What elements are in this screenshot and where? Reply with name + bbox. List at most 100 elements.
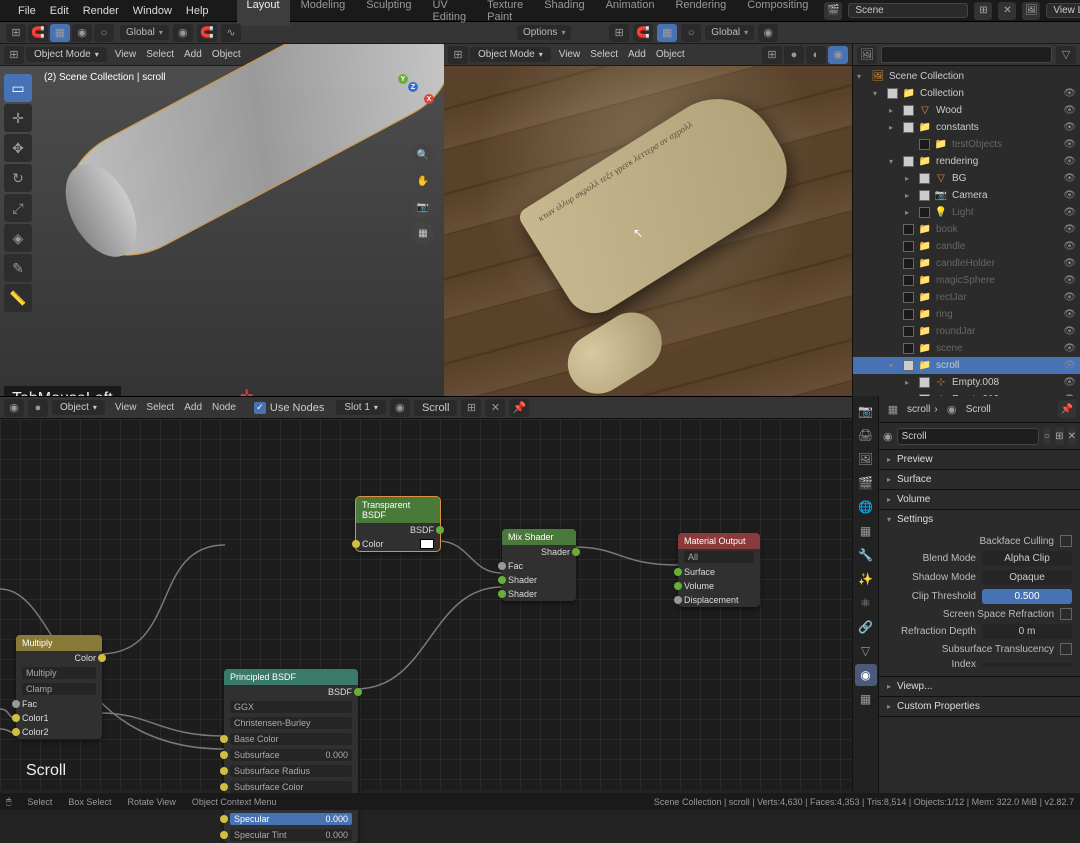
ptab-data-icon[interactable]: ▽: [855, 640, 877, 662]
tree-scene-collection[interactable]: ▾🖼 Scene Collection: [853, 68, 1080, 85]
vp2-menu-select[interactable]: Select: [590, 49, 618, 60]
principled-specular[interactable]: Specular0.000: [224, 811, 358, 827]
node-menu-add[interactable]: Add: [184, 402, 202, 413]
output-in-displacement[interactable]: Displacement: [678, 593, 760, 607]
ptab-viewlayer-icon[interactable]: 🖼: [855, 448, 877, 470]
principled-out-bsdf[interactable]: BSDF: [224, 685, 358, 699]
tree-item-scene[interactable]: 📁scene👁: [853, 340, 1080, 357]
principled-distribution[interactable]: GGX: [230, 701, 352, 713]
node-menu-select[interactable]: Select: [146, 402, 174, 413]
panel-surface[interactable]: Surface: [879, 470, 1080, 489]
node-object-dropdown[interactable]: Object: [52, 400, 105, 415]
mat-name-input[interactable]: [897, 428, 1039, 445]
tab-uv-editing[interactable]: UV Editing: [422, 0, 476, 26]
multiply-in-color2[interactable]: Color2: [16, 725, 102, 739]
snap-icon[interactable]: 🧲: [28, 24, 48, 42]
gizmo-z-axis[interactable]: Z: [408, 82, 418, 92]
ptab-modifier-icon[interactable]: 🔧: [855, 544, 877, 566]
bc-mat-icon[interactable]: ◉: [942, 400, 962, 418]
node-multiply[interactable]: Multiply Color Multiply Clamp Fac Color1…: [16, 635, 102, 739]
shading-solid-icon[interactable]: ●: [784, 46, 804, 64]
gizmo-y-axis[interactable]: Y: [398, 74, 408, 84]
mat-del-icon[interactable]: ✕: [1068, 427, 1076, 445]
tab-shading[interactable]: Shading: [534, 0, 594, 26]
transparent-color[interactable]: Color: [356, 537, 440, 551]
tree-item-collection[interactable]: ▾📁Collection👁: [853, 85, 1080, 102]
panel-custom-props[interactable]: Custom Properties: [879, 697, 1080, 716]
principled-subsurface-radius[interactable]: Subsurface Radius: [224, 763, 358, 779]
mix-in-shader1[interactable]: Shader: [502, 573, 576, 587]
output-in-surface[interactable]: Surface: [678, 565, 760, 579]
tree-item-empty-008[interactable]: ▸⊹Empty.008👁: [853, 374, 1080, 391]
principled-subsurface[interactable]: Subsurface0.000: [224, 747, 358, 763]
vp2-menu-object[interactable]: Object: [656, 49, 685, 60]
ptab-scene-icon[interactable]: 🎬: [855, 472, 877, 494]
tab-texture-paint[interactable]: Texture Paint: [477, 0, 533, 26]
scene-new-icon[interactable]: ⊞: [974, 2, 992, 20]
tree-item-candle[interactable]: 📁candle👁: [853, 238, 1080, 255]
tab-modeling[interactable]: Modeling: [291, 0, 356, 26]
mat-unlink-icon[interactable]: ✕: [485, 399, 505, 417]
snap-target-icon[interactable]: ◉: [72, 24, 92, 42]
tree-item-book[interactable]: 📁book👁: [853, 221, 1080, 238]
node-menu-node[interactable]: Node: [212, 402, 236, 413]
ptab-constraints-icon[interactable]: 🔗: [855, 616, 877, 638]
output-target-field[interactable]: All: [684, 551, 754, 563]
layer-icon[interactable]: 🖼: [1022, 2, 1040, 20]
panel-settings[interactable]: Settings: [879, 510, 1080, 529]
node-material-output[interactable]: Material Output All Surface Volume Displ…: [678, 533, 760, 607]
panel-viewport[interactable]: Viewp...: [879, 677, 1080, 696]
material-name-field[interactable]: Scroll: [414, 400, 458, 416]
transform-tool[interactable]: ◈: [4, 224, 32, 252]
ptab-object-icon[interactable]: ▦: [855, 520, 877, 542]
use-nodes-toggle[interactable]: ✓ Use Nodes: [254, 402, 324, 414]
ptab-render-icon[interactable]: 📷: [855, 400, 877, 422]
snap-type-icon[interactable]: ▦: [50, 24, 70, 42]
vp2-snap-icon[interactable]: 🧲: [633, 24, 653, 42]
menu-help[interactable]: Help: [186, 5, 209, 17]
scene-delete-icon[interactable]: ✕: [998, 2, 1016, 20]
principled-sss-method[interactable]: Christensen-Burley: [230, 717, 352, 729]
tab-animation[interactable]: Animation: [596, 0, 665, 26]
scale-tool[interactable]: ⤢: [4, 194, 32, 222]
tree-item-scroll[interactable]: ▾📁scroll👁: [853, 357, 1080, 374]
orientation-dropdown[interactable]: Global: [120, 25, 169, 40]
pass-index-field[interactable]: [982, 663, 1072, 667]
node-menu-view[interactable]: View: [115, 402, 137, 413]
multiply-in-fac[interactable]: Fac: [16, 697, 102, 711]
tab-layout[interactable]: Layout: [237, 0, 290, 26]
ptab-output-icon[interactable]: 🖨: [855, 424, 877, 446]
tab-sculpting[interactable]: Sculpting: [356, 0, 421, 26]
tree-item-candleholder[interactable]: 📁candleHolder👁: [853, 255, 1080, 272]
bc-mesh-icon[interactable]: ▦: [883, 400, 903, 418]
mat-new2-icon[interactable]: ⊞: [1055, 427, 1063, 445]
tree-item-rendering[interactable]: ▾📁rendering👁: [853, 153, 1080, 170]
menu-file[interactable]: File: [18, 5, 36, 17]
tree-item-roundjar[interactable]: 📁roundJar👁: [853, 323, 1080, 340]
scene-icon[interactable]: 🎬: [824, 2, 842, 20]
vp2-menu-view[interactable]: View: [559, 49, 581, 60]
vp2-editor-type-icon[interactable]: ⊞: [609, 24, 629, 42]
sss-trans-check[interactable]: [1060, 643, 1072, 655]
ptab-particles-icon[interactable]: ✨: [855, 568, 877, 590]
vp2-orientation-dropdown[interactable]: Global: [705, 25, 754, 40]
proportional-icon[interactable]: ○: [94, 24, 114, 42]
tree-item-light[interactable]: ▸💡Light👁: [853, 204, 1080, 221]
shadow-mode-field[interactable]: Opaque: [982, 570, 1072, 585]
tree-item-magicsphere[interactable]: 📁magicSphere👁: [853, 272, 1080, 289]
tree-item-testobjects[interactable]: 📁testObjects👁: [853, 136, 1080, 153]
move-tool[interactable]: ✥: [4, 134, 32, 162]
vp2-mode-dropdown[interactable]: Object Mode: [470, 47, 551, 62]
outliner-search[interactable]: [881, 46, 1052, 63]
mix-in-shader2[interactable]: Shader: [502, 587, 576, 601]
rotate-tool[interactable]: ↻: [4, 164, 32, 192]
measure-tool[interactable]: 📏: [4, 284, 32, 312]
slot-dropdown[interactable]: Slot 1: [336, 400, 386, 415]
editor-type-icon[interactable]: ⊞: [6, 24, 26, 42]
node-mix-shader[interactable]: Mix Shader Shader Fac Shader Shader: [502, 529, 576, 601]
tree-item-bg[interactable]: ▸▽BG👁: [853, 170, 1080, 187]
tree-item-constants[interactable]: ▸📁constants👁: [853, 119, 1080, 136]
mat-new-icon[interactable]: ⊞: [461, 399, 481, 417]
scene-name-field[interactable]: [848, 3, 968, 18]
layer-name-field[interactable]: [1046, 3, 1080, 18]
